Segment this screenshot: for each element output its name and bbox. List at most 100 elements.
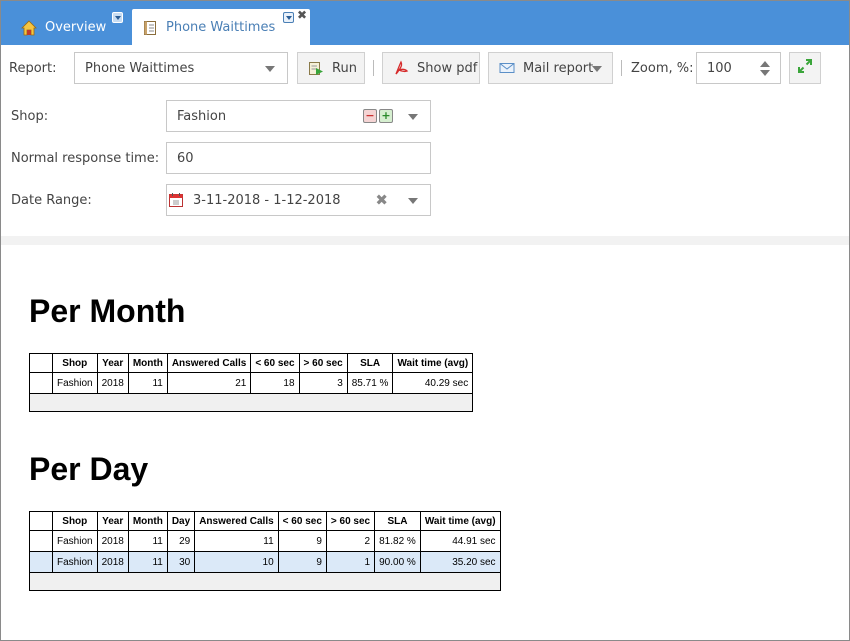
toolbar-separator <box>621 60 622 76</box>
run-label: Run <box>332 60 357 76</box>
table-footer <box>28 393 474 412</box>
date-range-value: 3-11-2018 - 1-12-2018 <box>193 192 341 208</box>
show-pdf-button[interactable]: Show pdf <box>382 52 480 84</box>
table-cell: 1 <box>325 551 376 573</box>
zoom-label: Zoom, %: <box>631 61 694 76</box>
column-header: Month <box>127 353 168 373</box>
response-time-input[interactable]: 60 <box>166 142 431 174</box>
column-header: Year <box>96 353 129 373</box>
table-cell <box>29 372 53 394</box>
column-header: Day <box>166 511 196 531</box>
per-day-heading: Per Day <box>29 451 149 487</box>
table-cell: 9 <box>277 530 327 552</box>
table-row[interactable]: Fashion 2018 11 29 11 9 2 81.82 % 44.91 … <box>29 530 501 552</box>
tab-menu-icon[interactable] <box>112 12 123 23</box>
chevron-down-icon <box>265 66 275 72</box>
mail-icon <box>499 60 515 76</box>
clear-icon[interactable]: ✖ <box>375 191 388 209</box>
table-cell: 11 <box>127 372 168 394</box>
table-cell: 2018 <box>96 530 129 552</box>
column-header: SLA <box>374 511 421 531</box>
table-cell: 90.00 % <box>374 551 421 573</box>
toolbar-separator <box>373 60 374 76</box>
table-cell: 21 <box>166 372 252 394</box>
mail-report-button[interactable]: Mail report <box>488 52 613 84</box>
table-cell: 2018 <box>96 372 129 394</box>
remove-icon[interactable]: − <box>363 109 377 123</box>
report-icon <box>142 20 158 36</box>
tab-phone-waittimes[interactable]: Phone Waittimes ✖ <box>132 8 310 46</box>
per-month-heading: Per Month <box>29 293 186 329</box>
pdf-icon <box>393 60 409 76</box>
report-select-value: Phone Waittimes <box>85 60 195 76</box>
table-cell <box>29 551 53 573</box>
column-header: Shop <box>52 353 98 373</box>
fullscreen-button[interactable] <box>789 52 821 84</box>
table-row-highlighted[interactable]: Fashion 2018 11 30 10 9 1 90.00 % 35.20 … <box>29 551 501 573</box>
column-header: Answered Calls <box>166 353 252 373</box>
table-footer-row <box>28 393 474 412</box>
response-time-value: 60 <box>177 150 194 166</box>
table-cell: 10 <box>194 551 279 573</box>
chevron-down-icon <box>408 198 418 204</box>
tab-overview[interactable]: Overview <box>11 9 131 46</box>
table-cell: 11 <box>194 530 279 552</box>
date-range-picker[interactable]: 3-11-2018 - 1-12-2018 ✖ <box>166 184 431 216</box>
table-header-row: Shop Year Month Day Answered Calls < 60 … <box>29 511 501 531</box>
spin-down-icon[interactable] <box>760 70 770 76</box>
table-row: Fashion 2018 11 21 18 3 85.71 % 40.29 se… <box>29 372 474 394</box>
shop-select[interactable]: Fashion − + <box>166 100 431 132</box>
column-header: Shop <box>52 511 98 531</box>
run-button[interactable]: Run <box>297 52 365 84</box>
column-header: Wait time (avg) <box>392 353 474 373</box>
table-cell: 35.20 sec <box>419 551 501 573</box>
show-pdf-label: Show pdf <box>417 60 478 76</box>
per-month-table: Shop Year Month Answered Calls < 60 sec … <box>28 353 474 412</box>
zoom-stepper[interactable]: 100 <box>696 52 781 84</box>
table-cell: 40.29 sec <box>392 372 474 394</box>
column-header: Answered Calls <box>194 511 279 531</box>
table-cell: Fashion <box>52 551 98 573</box>
column-header: SLA <box>346 353 394 373</box>
calendar-icon[interactable] <box>168 192 184 208</box>
report-label: Report: <box>9 61 57 76</box>
per-day-table: Shop Year Month Day Answered Calls < 60 … <box>29 511 501 591</box>
table-cell: 30 <box>166 551 196 573</box>
chevron-down-icon <box>408 114 418 120</box>
table-footer-row <box>29 572 501 591</box>
table-footer <box>29 572 501 591</box>
tab-menu-icon[interactable] <box>283 12 294 23</box>
table-cell: 11 <box>127 530 168 552</box>
column-header: Wait time (avg) <box>419 511 501 531</box>
shop-label: Shop: <box>11 109 49 124</box>
table-cell: 29 <box>166 530 196 552</box>
home-icon <box>21 19 37 36</box>
column-header: < 60 sec <box>250 353 300 373</box>
table-header-row: Shop Year Month Answered Calls < 60 sec … <box>29 353 474 373</box>
tab-phone-waittimes-label: Phone Waittimes <box>166 20 276 35</box>
date-range-label: Date Range: <box>11 193 92 208</box>
column-header: > 60 sec <box>298 353 348 373</box>
table-cell: 44.91 sec <box>419 530 501 552</box>
table-cell: 9 <box>277 551 327 573</box>
section-divider <box>1 236 849 245</box>
response-time-label: Normal response time: <box>11 151 160 166</box>
table-cell: Fashion <box>52 530 98 552</box>
close-icon[interactable]: ✖ <box>297 8 307 22</box>
spin-up-icon[interactable] <box>760 61 770 67</box>
expand-icon <box>797 58 813 78</box>
tab-bar: Overview Phone Waittimes ✖ <box>1 1 849 46</box>
toolbar: Report: Phone Waittimes Run Show pdf Mai… <box>1 46 849 90</box>
column-header: < 60 sec <box>277 511 327 531</box>
column-header: Year <box>96 511 129 531</box>
table-cell: Fashion <box>52 372 98 394</box>
table-cell: 3 <box>298 372 348 394</box>
add-icon[interactable]: + <box>379 109 393 123</box>
column-header <box>29 511 53 531</box>
shop-value: Fashion <box>177 108 227 124</box>
table-cell: 18 <box>250 372 300 394</box>
column-header: > 60 sec <box>325 511 376 531</box>
table-cell: 85.71 % <box>346 372 394 394</box>
report-select[interactable]: Phone Waittimes <box>74 52 288 84</box>
report-viewer: Per Month Shop Year Month Answered Calls… <box>0 245 850 639</box>
